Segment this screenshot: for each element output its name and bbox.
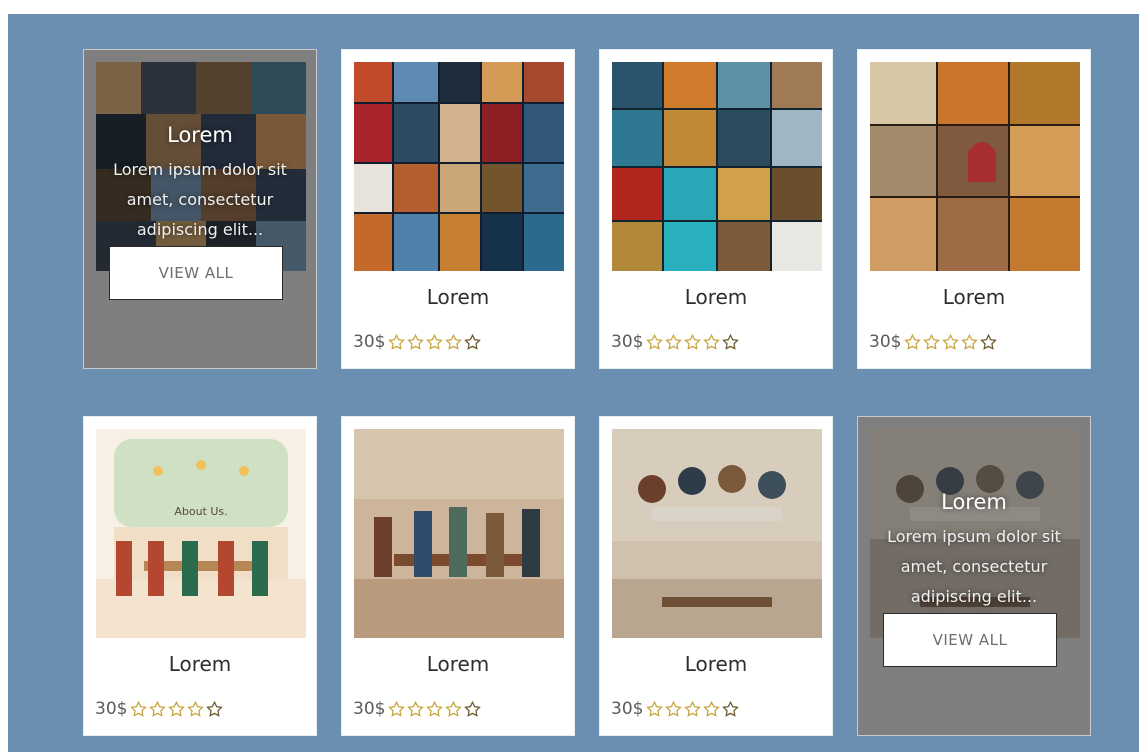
product-price-5: 30$: [95, 699, 128, 719]
product-overlay-text-1: Lorem ipsum dolor sit amet, consectetur …: [113, 160, 287, 239]
star-outline-icon[interactable]: [645, 333, 664, 352]
thumb-caption: About Us.: [174, 505, 227, 518]
product-image-4: [870, 62, 1080, 271]
product-rating-6: 30$: [353, 699, 482, 719]
view-all-button-1[interactable]: VIEW ALL: [109, 246, 283, 300]
product-title-2[interactable]: Lorem: [342, 285, 574, 309]
product-title-4[interactable]: Lorem: [858, 285, 1090, 309]
star-outline-icon[interactable]: [721, 333, 740, 352]
product-card-5[interactable]: About Us. Lorem 30$: [83, 416, 317, 736]
product-card-1[interactable]: Lorem Lorem ipsum dolor sit amet, consec…: [83, 49, 317, 369]
star-outline-icon[interactable]: [425, 333, 444, 352]
product-rating-3: 30$: [611, 332, 740, 352]
product-price-7: 30$: [611, 699, 644, 719]
product-price-2: 30$: [353, 332, 386, 352]
star-outline-icon[interactable]: [387, 333, 406, 352]
product-card-6[interactable]: Lorem 30$: [341, 416, 575, 736]
product-rating-5: 30$: [95, 699, 224, 719]
star-outline-icon[interactable]: [186, 700, 205, 719]
star-outline-icon[interactable]: [167, 700, 186, 719]
star-outline-icon[interactable]: [664, 333, 683, 352]
product-price-3: 30$: [611, 332, 644, 352]
star-outline-icon[interactable]: [702, 700, 721, 719]
star-outline-icon[interactable]: [425, 700, 444, 719]
star-outline-icon[interactable]: [664, 700, 683, 719]
product-title-6[interactable]: Lorem: [342, 652, 574, 676]
star-outline-icon[interactable]: [129, 700, 148, 719]
product-card-7[interactable]: Lorem 30$: [599, 416, 833, 736]
product-title-5[interactable]: Lorem: [84, 652, 316, 676]
product-price-6: 30$: [353, 699, 386, 719]
product-card-3[interactable]: Lorem 30$: [599, 49, 833, 369]
product-overlay-title-8: Lorem: [941, 490, 1007, 514]
star-outline-icon[interactable]: [702, 333, 721, 352]
star-outline-icon[interactable]: [922, 333, 941, 352]
product-overlay-title-1: Lorem: [167, 123, 233, 147]
product-rating-2: 30$: [353, 332, 482, 352]
view-all-button-8[interactable]: VIEW ALL: [883, 613, 1057, 667]
star-outline-icon[interactable]: [903, 333, 922, 352]
product-card-2[interactable]: Lorem 30$: [341, 49, 575, 369]
star-outline-icon[interactable]: [645, 700, 664, 719]
star-outline-icon[interactable]: [444, 700, 463, 719]
star-outline-icon[interactable]: [148, 700, 167, 719]
product-card-4[interactable]: Lorem 30$: [857, 49, 1091, 369]
star-outline-icon[interactable]: [683, 333, 702, 352]
star-outline-icon[interactable]: [205, 700, 224, 719]
product-image-6: [354, 429, 564, 638]
star-outline-icon[interactable]: [979, 333, 998, 352]
product-grid: Lorem Lorem ipsum dolor sit amet, consec…: [8, 14, 1139, 752]
product-overlay-text-8: Lorem ipsum dolor sit amet, consectetur …: [887, 527, 1061, 606]
product-image-5: About Us.: [96, 429, 306, 638]
product-price-4: 30$: [869, 332, 902, 352]
star-outline-icon[interactable]: [444, 333, 463, 352]
product-card-8[interactable]: Lorem Lorem ipsum dolor sit amet, consec…: [857, 416, 1091, 736]
star-outline-icon[interactable]: [406, 333, 425, 352]
product-image-2: [354, 62, 564, 271]
star-outline-icon[interactable]: [683, 700, 702, 719]
star-outline-icon[interactable]: [387, 700, 406, 719]
product-rating-7: 30$: [611, 699, 740, 719]
product-title-3[interactable]: Lorem: [600, 285, 832, 309]
star-outline-icon[interactable]: [941, 333, 960, 352]
star-outline-icon[interactable]: [463, 333, 482, 352]
star-outline-icon[interactable]: [463, 700, 482, 719]
product-image-7: [612, 429, 822, 638]
product-rating-4: 30$: [869, 332, 998, 352]
star-outline-icon[interactable]: [960, 333, 979, 352]
star-outline-icon[interactable]: [406, 700, 425, 719]
star-outline-icon[interactable]: [721, 700, 740, 719]
product-title-7[interactable]: Lorem: [600, 652, 832, 676]
product-image-3: [612, 62, 822, 271]
